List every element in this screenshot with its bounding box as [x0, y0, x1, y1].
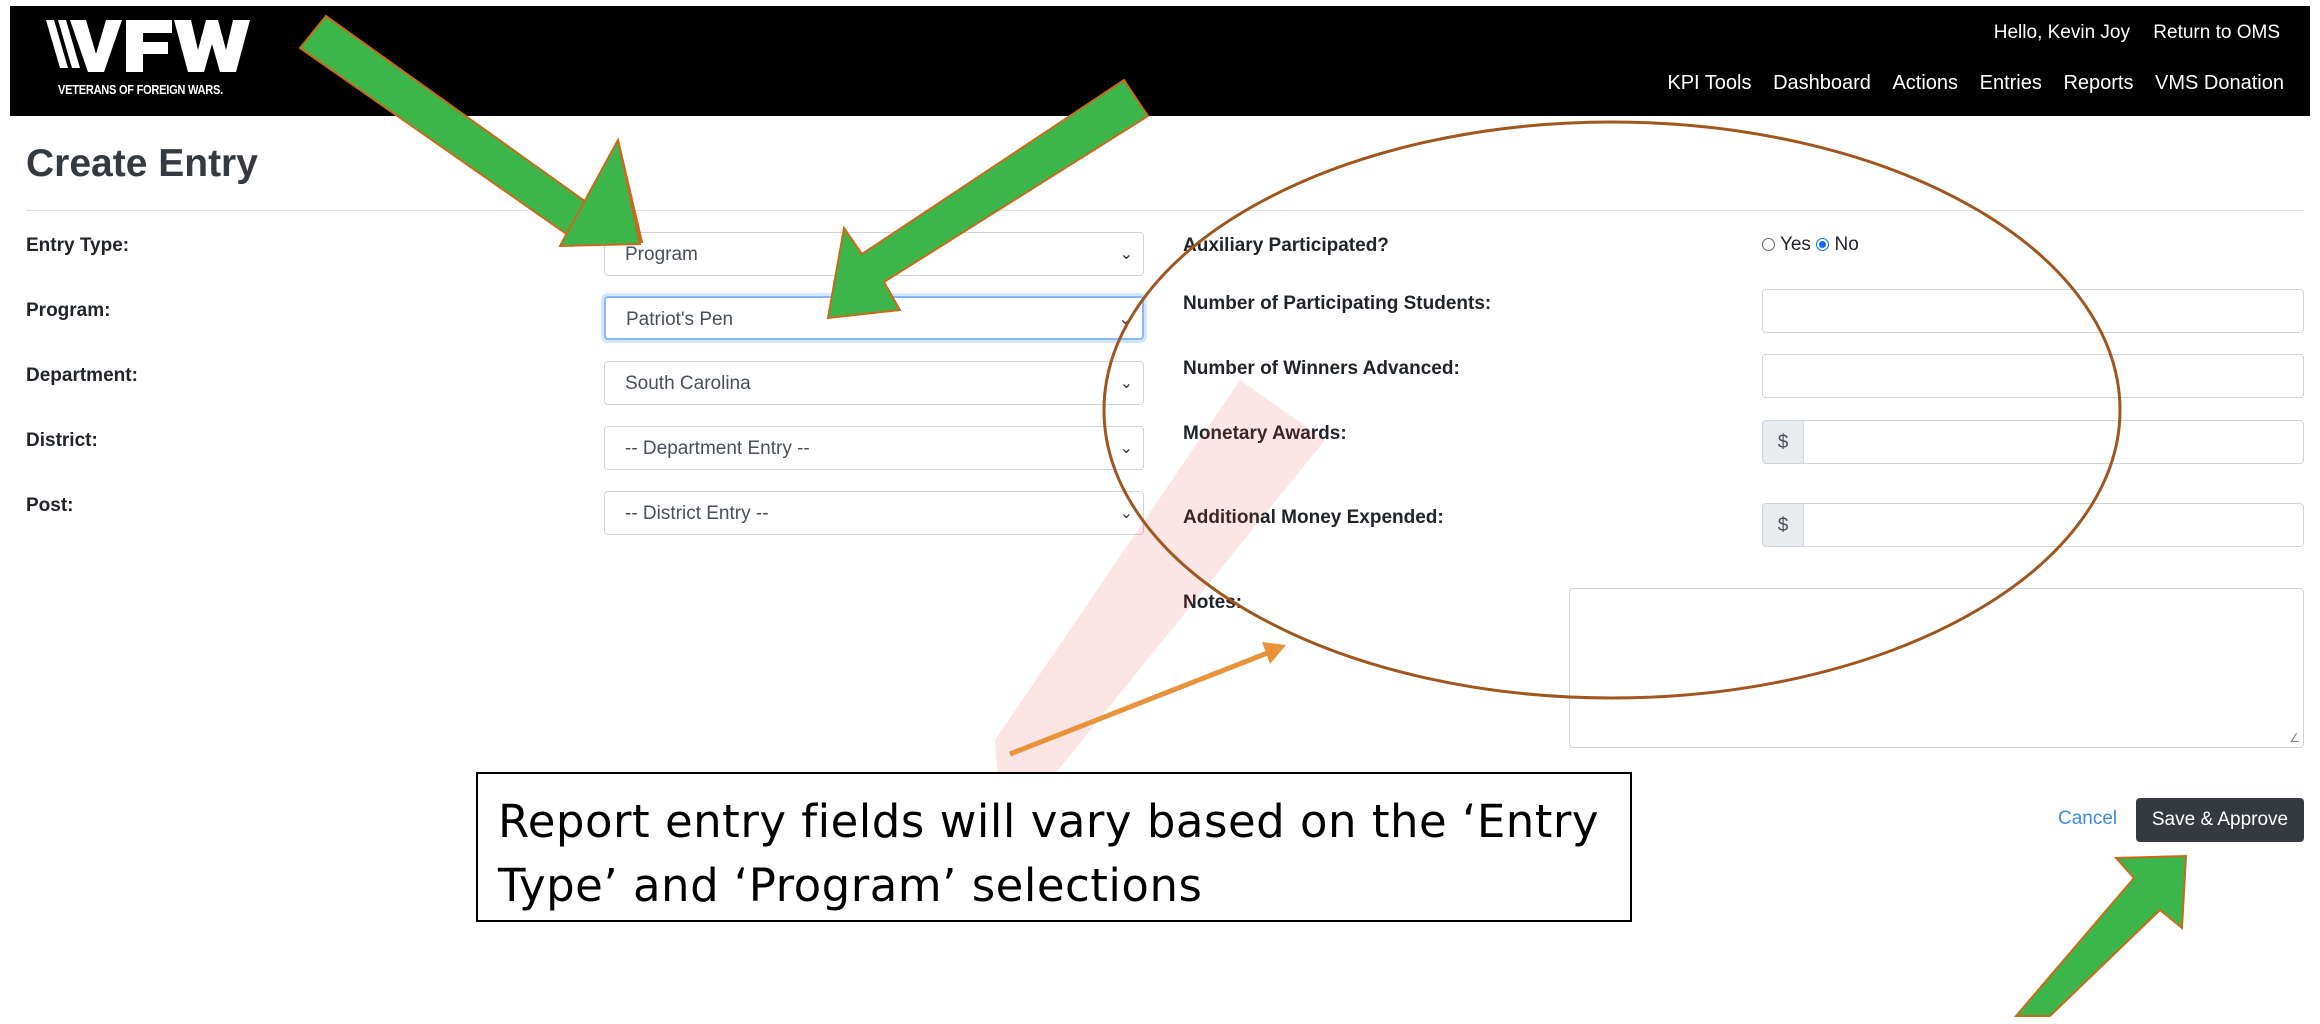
chevron-down-icon: ⌄ [1119, 375, 1133, 392]
title-divider [26, 210, 2304, 211]
entry-type-select[interactable]: Program ⌄ [604, 232, 1144, 276]
top-nav-bar: VETERANS OF FOREIGN WARS. Hello, Kevin J… [10, 6, 2310, 116]
callout-line-2: Type’ and ‘Program’ selections [498, 859, 1203, 912]
department-value: South Carolina [625, 373, 751, 394]
auxiliary-yes-label: Yes [1779, 234, 1811, 255]
department-select[interactable]: South Carolina ⌄ [604, 361, 1144, 405]
program-value: Patriot's Pen [626, 309, 734, 330]
additional-money-input-group: $ [1762, 503, 2304, 547]
monetary-input[interactable] [1803, 420, 2304, 464]
vfw-logo-mark [46, 20, 250, 72]
logo-caption: VETERANS OF FOREIGN WARS. [58, 82, 223, 97]
auxiliary-no-radio[interactable] [1816, 238, 1830, 251]
monetary-input-group: $ [1762, 420, 2304, 464]
auxiliary-no-label: No [1834, 234, 1859, 255]
nav-entries[interactable]: Entries [1980, 72, 2042, 94]
main-nav: KPI Tools Dashboard Actions Entries Repo… [1651, 72, 2284, 95]
nav-dashboard[interactable]: Dashboard [1773, 72, 1871, 94]
district-select[interactable]: -- Department Entry -- ⌄ [604, 426, 1144, 470]
post-select[interactable]: -- District Entry -- ⌄ [604, 491, 1144, 535]
dollar-addon: $ [1762, 503, 1804, 547]
entry-type-label: Entry Type: [26, 235, 130, 256]
auxiliary-radio-group: Yes No [1762, 234, 1859, 256]
district-value: -- Department Entry -- [625, 438, 810, 459]
additional-money-input[interactable] [1803, 503, 2304, 547]
monetary-label: Monetary Awards: [1183, 423, 1347, 444]
additional-money-label: Additional Money Expended: [1183, 507, 1444, 528]
winners-label: Number of Winners Advanced: [1183, 358, 1460, 379]
post-label: Post: [26, 495, 74, 516]
chevron-down-icon: ⌄ [1119, 246, 1133, 263]
post-value: -- District Entry -- [625, 503, 769, 524]
account-links: Hello, Kevin Joy Return to OMS [1976, 22, 2280, 44]
nav-vms-donation[interactable]: VMS Donation [2155, 72, 2284, 94]
district-label: District: [26, 430, 98, 451]
entry-type-value: Program [625, 244, 698, 265]
orange-pointer-arrow [1009, 642, 1286, 757]
chevron-down-icon: ⌄ [1119, 505, 1133, 522]
notes-label: Notes: [1183, 592, 1243, 613]
vfw-logo[interactable]: VETERANS OF FOREIGN WARS. [46, 20, 266, 106]
department-label: Department: [26, 365, 138, 386]
return-to-oms-link[interactable]: Return to OMS [2153, 22, 2280, 43]
program-label: Program: [26, 300, 111, 321]
students-label: Number of Participating Students: [1183, 293, 1492, 314]
chevron-down-icon: ⌄ [1118, 311, 1132, 328]
dollar-addon: $ [1762, 420, 1804, 464]
winners-input[interactable] [1762, 354, 2304, 398]
nav-reports[interactable]: Reports [2063, 72, 2133, 94]
notes-textarea[interactable]: ∠ [1569, 588, 2304, 748]
green-arrow-save-icon [2013, 854, 2188, 1017]
save-approve-button[interactable]: Save & Approve [2136, 798, 2304, 842]
program-select[interactable]: Patriot's Pen ⌄ [604, 296, 1144, 340]
callout-line-1: Report entry fields will vary based on t… [498, 795, 1600, 848]
resize-handle-icon[interactable]: ∠ [2289, 731, 2300, 745]
auxiliary-yes-radio[interactable] [1762, 238, 1775, 251]
auxiliary-label: Auxiliary Participated? [1183, 235, 1389, 256]
chevron-down-icon: ⌄ [1119, 440, 1133, 457]
nav-actions[interactable]: Actions [1892, 72, 1958, 94]
students-input[interactable] [1762, 289, 2304, 333]
greeting-link[interactable]: Hello, Kevin Joy [1994, 22, 2130, 43]
annotation-callout: Report entry fields will vary based on t… [476, 772, 1632, 922]
cancel-link[interactable]: Cancel [2058, 808, 2117, 830]
nav-kpi-tools[interactable]: KPI Tools [1667, 72, 1751, 94]
page-title: Create Entry [26, 142, 258, 185]
